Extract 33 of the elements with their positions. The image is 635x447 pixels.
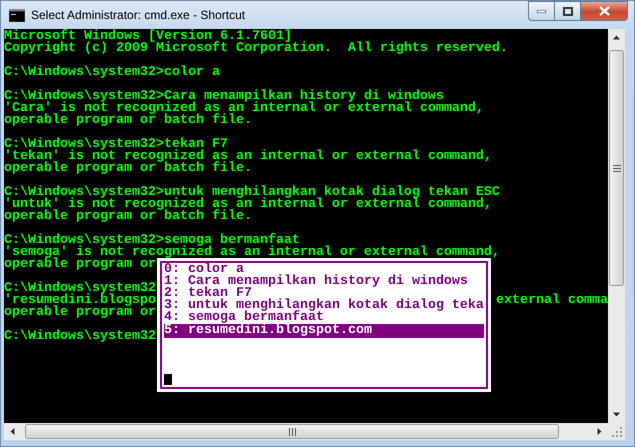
maximize-button[interactable] bbox=[555, 1, 581, 21]
console-line: external comma bbox=[496, 295, 608, 307]
down-arrow-icon bbox=[613, 411, 620, 418]
history-item[interactable]: 3: untuk menghilangkan kotak dialog teka bbox=[164, 300, 484, 312]
minimize-icon bbox=[537, 10, 546, 12]
up-arrow-icon bbox=[613, 34, 620, 41]
console-line: C:\Windows\system32 bbox=[4, 283, 156, 295]
history-item[interactable]: 5: resumedini.blogspot.com bbox=[164, 324, 484, 338]
console-line: operable program or batch file. bbox=[4, 211, 252, 223]
console-icon[interactable] bbox=[9, 9, 25, 22]
left-arrow-icon bbox=[9, 428, 16, 435]
maximize-icon bbox=[562, 6, 572, 16]
console-line: C:\Windows\system32>tekan F7 bbox=[4, 139, 228, 151]
console-line: 'semoga' is not recognized as an internal or external command, bbox=[4, 247, 500, 259]
console-line: operable program or bbox=[4, 307, 156, 319]
console-line: C:\Windows\system32 bbox=[4, 331, 156, 343]
console-line: C:\Windows\system32>color a bbox=[4, 67, 220, 79]
minimize-button[interactable] bbox=[528, 1, 555, 21]
text-cursor bbox=[164, 374, 172, 385]
console-line: 'resumedini.blogspo bbox=[4, 295, 156, 307]
grip-icon bbox=[288, 428, 296, 436]
right-arrow-icon bbox=[596, 428, 603, 435]
window-title: Select Administrator: cmd.exe - Shortcut bbox=[31, 8, 246, 22]
scrollbar-thumb[interactable] bbox=[609, 50, 624, 286]
scrollbar-thumb[interactable] bbox=[25, 424, 559, 439]
console-line: operable program or batch file. bbox=[4, 115, 252, 127]
close-icon bbox=[598, 6, 610, 16]
console-line: Copyright (c) 2009 Microsoft Corporation. All rights reserved. bbox=[4, 43, 508, 55]
history-item[interactable]: 4: semoga bermanfaat bbox=[164, 312, 484, 324]
close-button[interactable] bbox=[581, 1, 628, 21]
grip-icon bbox=[612, 164, 620, 172]
console-line: operable program or bbox=[4, 259, 156, 271]
console-line: operable program or batch file. bbox=[4, 163, 252, 175]
